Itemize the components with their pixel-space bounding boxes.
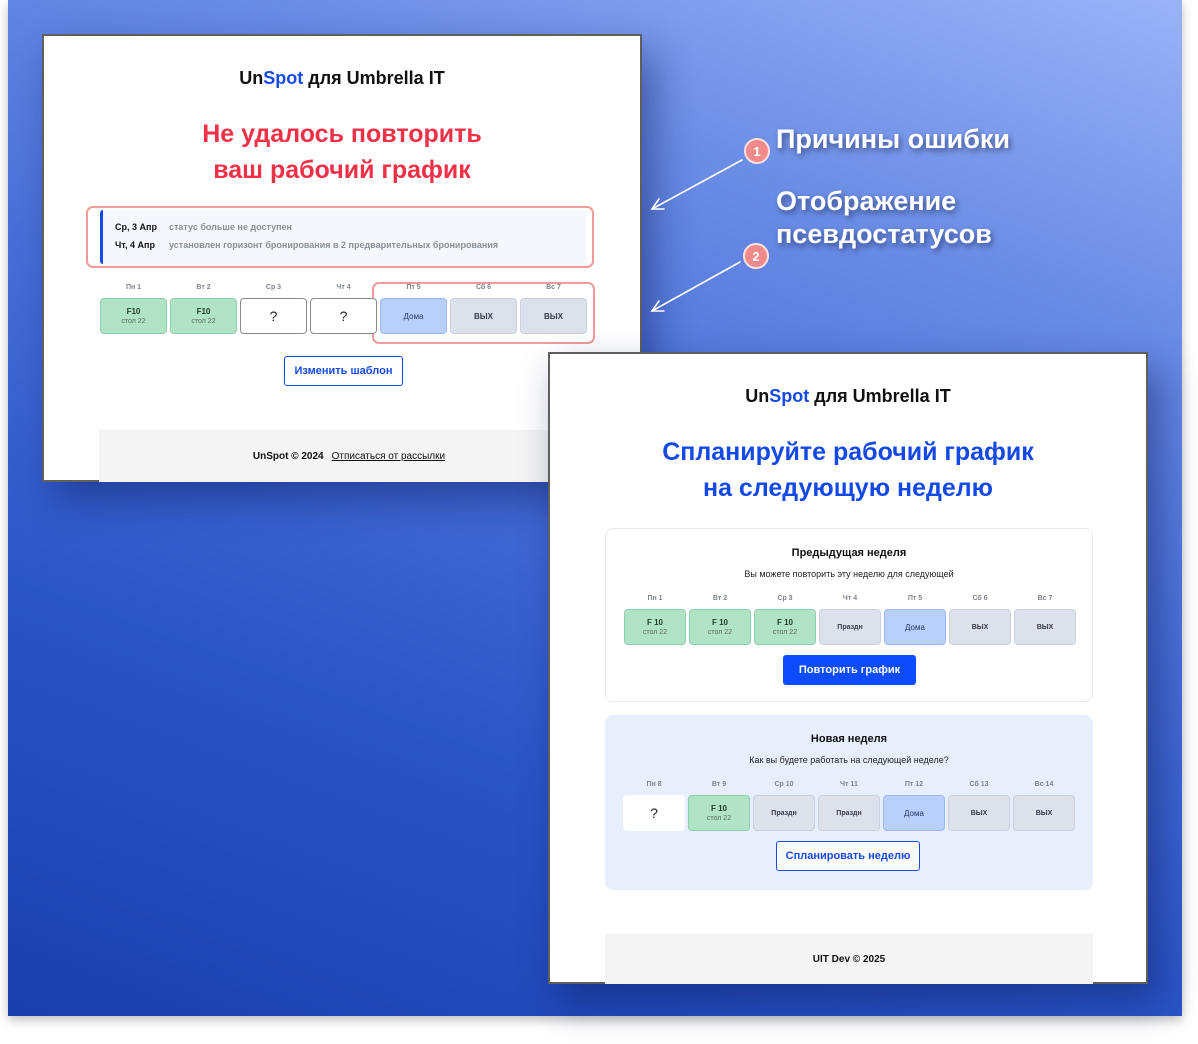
plan-title-line1: Спланируйте рабочий график: [662, 438, 1034, 466]
arrow-2: [651, 261, 741, 312]
day-column: Вт 9 F 10 стол 22: [688, 779, 750, 831]
day-column: Сб 6 ВЫХ: [949, 593, 1011, 645]
annotation-badge-1: 1: [744, 138, 770, 164]
previous-week-schedule: Пн 1 F 10 стол 22 Вт 2 F 10 стол 22 Ср 3 F 10 ст…: [624, 593, 1076, 645]
brand-rest: для Umbrella IT: [809, 386, 951, 406]
day-status: Дома: [905, 622, 925, 632]
new-week-title: Новая неделя: [810, 733, 888, 745]
desk-label: стол 22: [772, 629, 798, 636]
plan-title: Спланируйте рабочий график на следующую …: [550, 434, 1146, 506]
day-status: ВЫХ: [1036, 623, 1054, 631]
day-column: Ср 3 F 10 стол 22: [754, 593, 816, 645]
day-label: Пт 12: [904, 781, 924, 788]
new-week-subtitle: Как вы будете работать на следующей неде…: [749, 755, 949, 765]
day-label: Сб 6: [972, 595, 988, 602]
day-label: Вс 7: [1037, 595, 1053, 602]
day-status: ВЫХ: [971, 623, 989, 631]
day-status-cell[interactable]: Праздн: [753, 795, 815, 831]
day-status: F 10: [646, 618, 663, 627]
email-footer: UIT Dev © 2025: [605, 934, 1093, 984]
annotation-text-2-line1: Отображение: [776, 186, 957, 216]
day-status-cell[interactable]: Дома: [883, 795, 945, 831]
day-column: Пн 8?: [623, 779, 685, 831]
previous-week-title: Предыдущая неделя: [791, 547, 907, 559]
desk-label: стол 22: [706, 815, 732, 822]
day-column: Ср 10 Праздн: [753, 779, 815, 831]
day-label: Вт 2: [712, 595, 728, 602]
day-status-cell[interactable]: ВЫХ: [948, 795, 1010, 831]
day-label: Чт 4: [842, 595, 858, 602]
new-week-schedule: Пн 8? Вт 9 F 10 стол 22 Ср 10 Праздн Чт 11 Праз…: [623, 779, 1075, 831]
email-plan-next-week: UnSpot для Umbrella IT Спланируйте рабоч…: [548, 352, 1148, 984]
previous-week-panel: Предыдущая неделя Вы можете повторить эт…: [605, 528, 1093, 702]
day-status: ?: [650, 805, 658, 821]
day-status-cell[interactable]: ?: [623, 795, 685, 831]
day-status-cell[interactable]: ВЫХ: [949, 609, 1011, 645]
footer-copyright: UIT Dev © 2025: [812, 953, 886, 965]
day-column: Сб 13 ВЫХ: [948, 779, 1010, 831]
day-status: F 10: [776, 618, 793, 627]
day-label: Пн 8: [646, 781, 662, 788]
day-status-cell[interactable]: Праздн: [818, 795, 880, 831]
day-column: Пт 5 Дома: [884, 593, 946, 645]
day-status: F 10: [710, 804, 727, 813]
day-label: Пт 5: [907, 595, 923, 602]
day-status: ВЫХ: [1035, 809, 1053, 817]
desk-label: стол 22: [642, 629, 668, 636]
day-status: Праздн: [771, 809, 797, 817]
day-column: Вс 7 ВЫХ: [1014, 593, 1076, 645]
brand-un: Un: [745, 386, 770, 406]
day-column: Пт 12 Дома: [883, 779, 945, 831]
brand-header: UnSpot для Umbrella IT: [550, 386, 1146, 407]
arrow-1: [651, 159, 743, 210]
day-status-cell[interactable]: F 10 стол 22: [624, 609, 686, 645]
day-label: Вт 9: [711, 781, 727, 788]
day-status-cell[interactable]: ВЫХ: [1013, 795, 1075, 831]
annotation-text-2-line2: псевдостатусов: [776, 219, 992, 249]
plan-week-button[interactable]: Спланировать неделю: [776, 841, 920, 871]
day-label: Чт 11: [840, 781, 858, 788]
day-status: Праздн: [837, 623, 863, 631]
day-status: ВЫХ: [970, 809, 988, 817]
plan-title-line2: на следующую неделю: [702, 474, 994, 502]
annotation-text-2: Отображение псевдостатусов: [776, 185, 992, 251]
day-status-cell[interactable]: F 10 стол 22: [754, 609, 816, 645]
previous-week-subtitle: Вы можете повторить эту неделю для следу…: [744, 569, 954, 579]
annotation-text-1: Причины ошибки: [776, 124, 1011, 154]
day-status-cell[interactable]: F 10 стол 22: [689, 609, 751, 645]
day-label: Ср 3: [777, 595, 793, 602]
desk-label: стол 22: [707, 629, 733, 636]
day-status: Праздн: [836, 809, 862, 817]
day-status: Дома: [904, 808, 924, 818]
day-column: Вс 14 ВЫХ: [1013, 779, 1075, 831]
new-week-panel: Новая неделя Как вы будете работать на с…: [605, 715, 1093, 890]
annotation-badge-2: 2: [743, 243, 769, 269]
day-status-cell[interactable]: F 10 стол 22: [688, 795, 750, 831]
day-label: Вс 14: [1034, 781, 1054, 788]
day-status-cell[interactable]: Праздн: [819, 609, 881, 645]
day-column: Чт 11 Праздн: [818, 779, 880, 831]
day-column: Чт 4 Праздн: [819, 593, 881, 645]
day-column: Вт 2 F 10 стол 22: [689, 593, 751, 645]
day-column: Пн 1 F 10 стол 22: [624, 593, 686, 645]
day-label: Пн 1: [647, 595, 663, 602]
brand-spot: Spot: [769, 386, 810, 406]
day-status-cell[interactable]: Дома: [884, 609, 946, 645]
repeat-schedule-button[interactable]: Повторить график: [783, 655, 916, 685]
day-status: F 10: [711, 618, 728, 627]
day-status-cell[interactable]: ВЫХ: [1014, 609, 1076, 645]
day-label: Сб 13: [969, 781, 989, 788]
day-label: Ср 10: [774, 781, 794, 788]
